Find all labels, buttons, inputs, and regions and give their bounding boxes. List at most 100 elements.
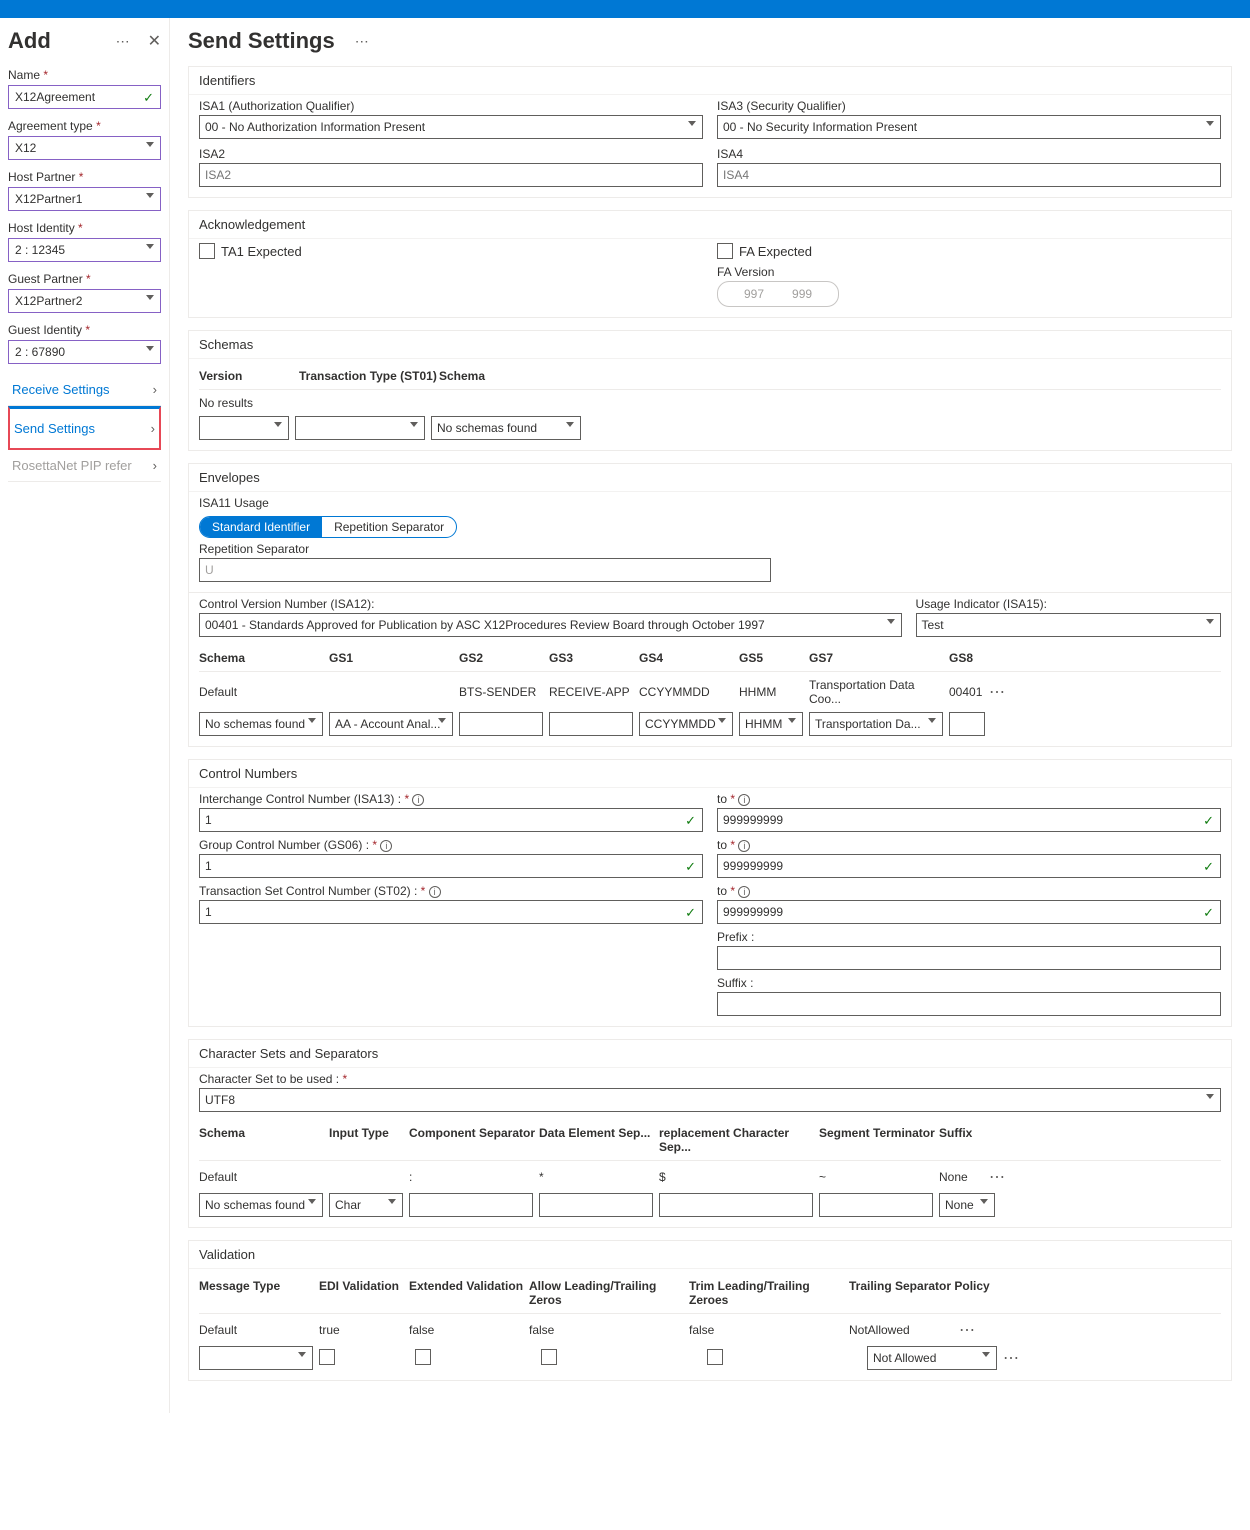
sidebar-title: Add: [8, 28, 51, 54]
sidebar: Add ⋯ ✕ Name * X12Agreement✓ Agreement t…: [0, 18, 170, 1413]
info-icon[interactable]: i: [380, 840, 392, 852]
usage-indicator-label: Usage Indicator (ISA15):: [916, 597, 1221, 611]
val-trail-select[interactable]: Not Allowed: [867, 1346, 997, 1370]
info-icon[interactable]: i: [738, 840, 750, 852]
ta1-label: TA1 Expected: [221, 244, 302, 259]
isa13-to-input[interactable]: 999999999✓: [717, 808, 1221, 832]
env-schema-select[interactable]: No schemas found: [199, 712, 323, 736]
fa-version-label: FA Version: [717, 265, 1221, 279]
schema-tt-select[interactable]: [295, 416, 425, 440]
control-title: Control Numbers: [189, 760, 1231, 787]
col-version: Version: [199, 369, 299, 383]
val-trim-checkbox[interactable]: [707, 1349, 723, 1365]
guest-identity-label: Guest Identity *: [8, 323, 161, 337]
val-ext-checkbox[interactable]: [415, 1349, 431, 1365]
env-gs3-input[interactable]: [549, 712, 633, 736]
val-edi-checkbox[interactable]: [319, 1349, 335, 1365]
envelope-default-row: Default BTS-SENDER RECEIVE-APP CCYYMMDD …: [199, 672, 1221, 712]
host-identity-select[interactable]: 2 : 12345: [8, 238, 161, 262]
page-title: Send Settings: [188, 28, 335, 54]
isa13-from-input[interactable]: 1✓: [199, 808, 703, 832]
schemas-no-results: No results: [199, 390, 1221, 416]
env-gs7-select[interactable]: Transportation Da...: [809, 712, 943, 736]
suffix-input[interactable]: [717, 992, 1221, 1016]
nav-rosettanet[interactable]: RosettaNet PIP reference›: [8, 450, 161, 482]
fa-version-toggle: 997999: [717, 281, 839, 307]
nav-send-settings[interactable]: Send Settings›: [8, 406, 161, 450]
val-msgtype-select[interactable]: [199, 1346, 313, 1370]
cs-schema-select[interactable]: No schemas found: [199, 1193, 323, 1217]
envelopes-section: Envelopes ISA11 Usage Standard Identifie…: [188, 463, 1232, 747]
name-input[interactable]: X12Agreement✓: [8, 85, 161, 109]
rep-sep-label: Repetition Separator: [199, 542, 1221, 556]
suffix-label: Suffix :: [717, 976, 1221, 990]
charsets-section: Character Sets and Separators Character …: [188, 1039, 1232, 1228]
cs-repl-input[interactable]: [659, 1193, 813, 1217]
identifiers-title: Identifiers: [189, 67, 1231, 94]
row-more-icon[interactable]: ⋯: [989, 1167, 1006, 1187]
schema-select[interactable]: No schemas found: [431, 416, 581, 440]
env-gs8-input[interactable]: [949, 712, 985, 736]
host-partner-label: Host Partner *: [8, 170, 161, 184]
cs-comp-input[interactable]: [409, 1193, 533, 1217]
ta1-checkbox[interactable]: [199, 243, 215, 259]
env-gs1-select[interactable]: AA - Account Anal...: [329, 712, 453, 736]
gs06-to-input[interactable]: 999999999✓: [717, 854, 1221, 878]
env-gs2-input[interactable]: [459, 712, 543, 736]
cs-suffix-select[interactable]: None: [939, 1193, 995, 1217]
agreement-type-select[interactable]: X12: [8, 136, 161, 160]
col-schema: Schema: [439, 369, 485, 383]
isa2-label: ISA2: [199, 147, 703, 161]
envelopes-title: Envelopes: [189, 464, 1231, 491]
usage-indicator-select[interactable]: Test: [916, 613, 1221, 637]
ack-section: Acknowledgement TA1 Expected FA Expected…: [188, 210, 1232, 318]
gs06-from-input[interactable]: 1✓: [199, 854, 703, 878]
validation-title: Validation: [189, 1241, 1231, 1268]
host-partner-select[interactable]: X12Partner1: [8, 187, 161, 211]
isa1-select[interactable]: 00 - No Authorization Information Presen…: [199, 115, 703, 139]
rep-sep-input: U: [199, 558, 771, 582]
close-icon[interactable]: ✕: [148, 31, 161, 51]
page-more-icon[interactable]: ⋯: [349, 33, 375, 50]
ctrl-version-label: Control Version Number (ISA12):: [199, 597, 902, 611]
content: Send Settings ⋯ Identifiers ISA1 (Author…: [170, 18, 1250, 1413]
info-icon[interactable]: i: [738, 886, 750, 898]
isa3-select[interactable]: 00 - No Security Information Present: [717, 115, 1221, 139]
env-gs4-select[interactable]: CCYYMMDD: [639, 712, 733, 736]
name-label: Name *: [8, 68, 161, 82]
schema-version-select[interactable]: [199, 416, 289, 440]
guest-identity-select[interactable]: 2 : 67890: [8, 340, 161, 364]
env-gs5-select[interactable]: HHMM: [739, 712, 803, 736]
info-icon[interactable]: i: [412, 794, 424, 806]
host-identity-label: Host Identity *: [8, 221, 161, 235]
ack-title: Acknowledgement: [189, 211, 1231, 238]
cs-seg-input[interactable]: [819, 1193, 933, 1217]
info-icon[interactable]: i: [738, 794, 750, 806]
row-more-icon[interactable]: ⋯: [1003, 1348, 1020, 1368]
more-icon[interactable]: ⋯: [110, 33, 136, 50]
prefix-input[interactable]: [717, 946, 1221, 970]
val-lead-checkbox[interactable]: [541, 1349, 557, 1365]
agreement-type-label: Agreement type *: [8, 119, 161, 133]
nav-receive-settings[interactable]: Receive Settings›: [8, 374, 161, 406]
validation-section: Validation Message Type EDI Validation E…: [188, 1240, 1232, 1381]
charset-select[interactable]: UTF8: [199, 1088, 1221, 1112]
isa4-input[interactable]: [717, 163, 1221, 187]
charsets-title: Character Sets and Separators: [189, 1040, 1231, 1067]
fa-checkbox[interactable]: [717, 243, 733, 259]
st02-from-input[interactable]: 1✓: [199, 900, 703, 924]
isa2-input[interactable]: [199, 163, 703, 187]
row-more-icon[interactable]: ⋯: [959, 1320, 976, 1340]
cs-data-input[interactable]: [539, 1193, 653, 1217]
guest-partner-label: Guest Partner *: [8, 272, 161, 286]
control-section: Control Numbers Interchange Control Numb…: [188, 759, 1232, 1027]
guest-partner-select[interactable]: X12Partner2: [8, 289, 161, 313]
identifiers-section: Identifiers ISA1 (Authorization Qualifie…: [188, 66, 1232, 198]
info-icon[interactable]: i: [429, 886, 441, 898]
st02-to-input[interactable]: 999999999✓: [717, 900, 1221, 924]
row-more-icon[interactable]: ⋯: [989, 682, 1006, 702]
ctrl-version-select[interactable]: 00401 - Standards Approved for Publicati…: [199, 613, 902, 637]
isa11-toggle[interactable]: Standard Identifier Repetition Separator: [199, 516, 457, 538]
charset-default-row: Default : * $ ~ None ⋯: [199, 1161, 1221, 1193]
cs-inputtype-select[interactable]: Char: [329, 1193, 403, 1217]
